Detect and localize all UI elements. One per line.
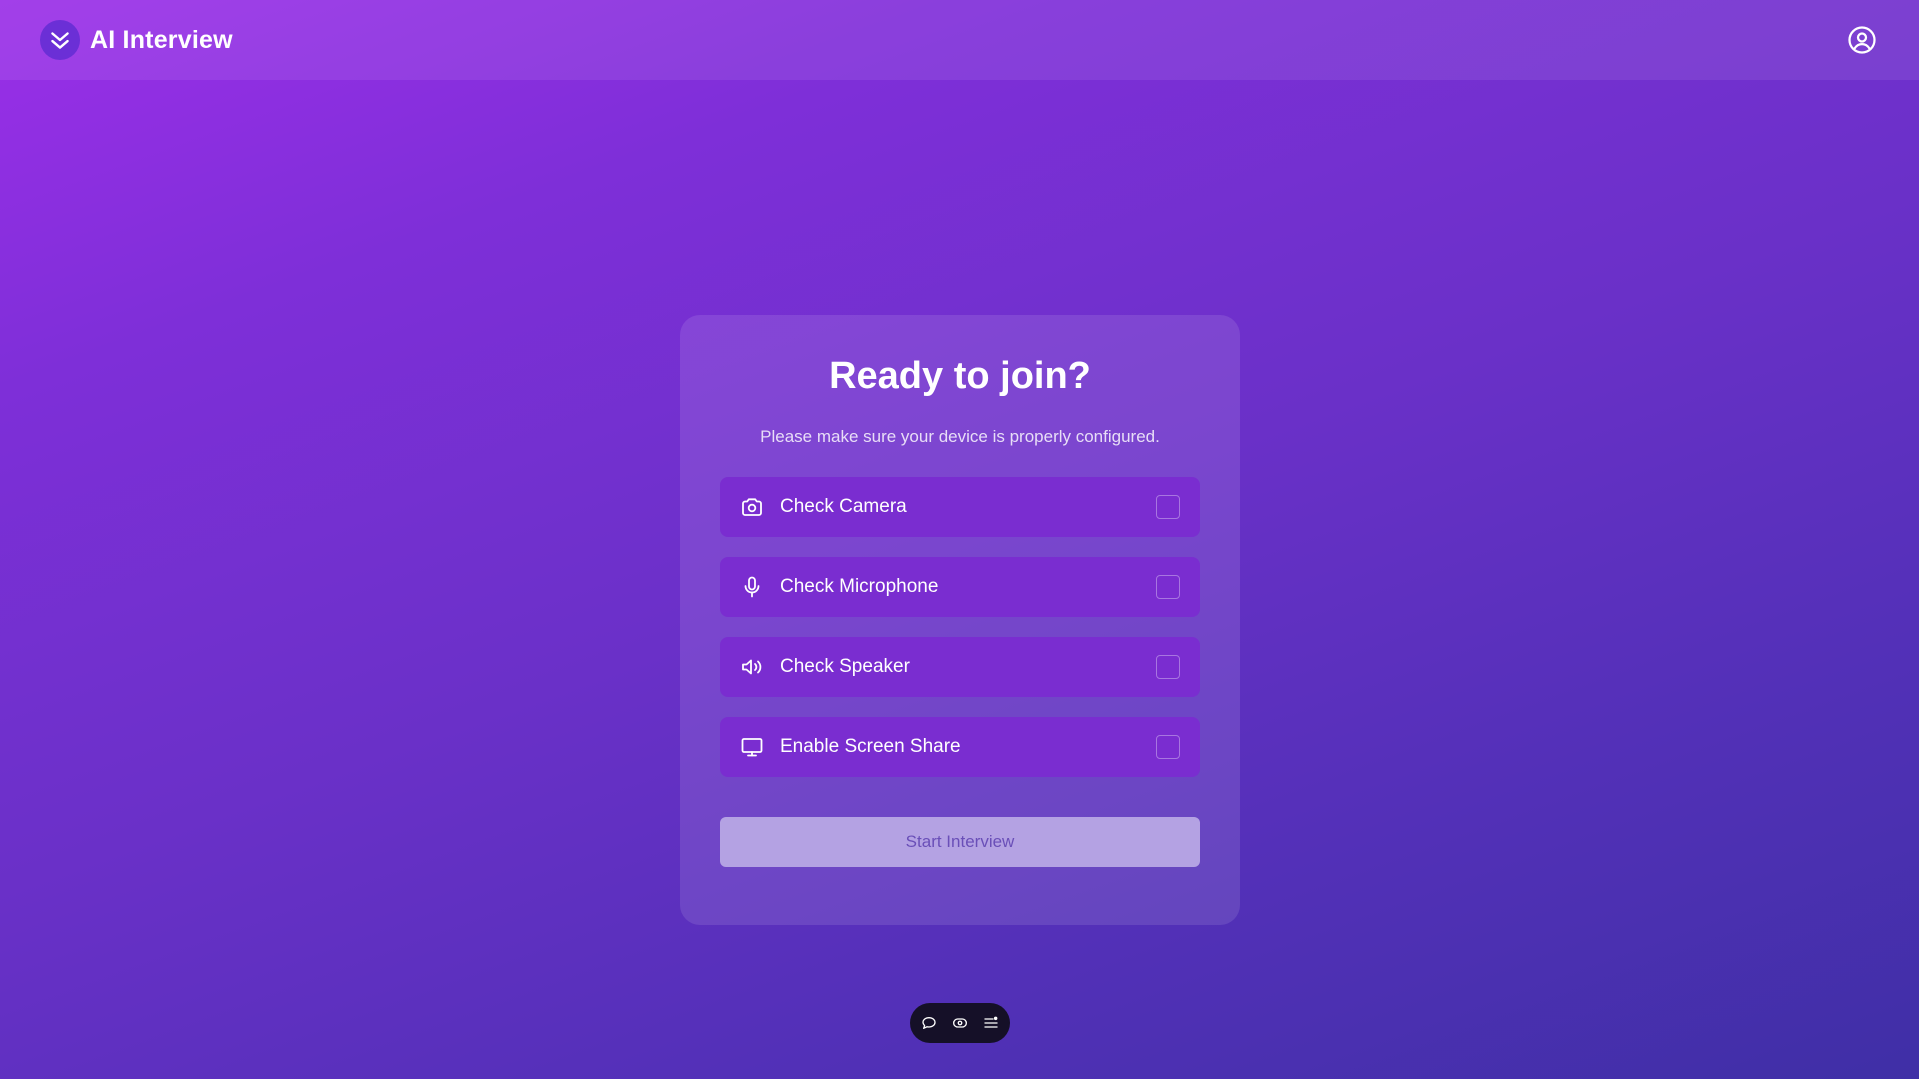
check-microphone-row[interactable]: Check Microphone <box>720 556 1200 617</box>
enable-screen-share-label: Enable Screen Share <box>780 735 961 757</box>
double-chevron-down-icon <box>40 20 80 60</box>
device-check-card: Ready to join? Please make sure your dev… <box>680 315 1240 925</box>
floating-toolbar <box>910 1003 1010 1043</box>
check-microphone-label: Check Microphone <box>780 575 939 597</box>
check-camera-checkbox[interactable] <box>1156 494 1180 519</box>
chat-button[interactable] <box>920 1014 939 1033</box>
enable-screen-share-row[interactable]: Enable Screen Share <box>720 716 1200 777</box>
list-settings-button[interactable] <box>982 1014 1001 1033</box>
profile-button[interactable] <box>1845 23 1879 57</box>
check-microphone-checkbox[interactable] <box>1156 574 1180 599</box>
record-toggle-icon <box>953 1018 967 1028</box>
microphone-icon <box>740 575 764 599</box>
check-speaker-checkbox[interactable] <box>1156 654 1180 679</box>
check-camera-row[interactable]: Check Camera <box>720 476 1200 537</box>
list-settings-icon <box>984 1016 998 1028</box>
check-camera-label: Check Camera <box>780 495 907 517</box>
chat-bubble-icon <box>922 1017 936 1029</box>
monitor-icon <box>740 735 764 759</box>
record-toggle-button[interactable] <box>951 1014 970 1033</box>
card-title: Ready to join? <box>829 355 1091 397</box>
check-speaker-label: Check Speaker <box>780 655 910 677</box>
user-circle-icon <box>1848 26 1876 54</box>
speaker-icon <box>740 655 764 679</box>
card-subtitle: Please make sure your device is properly… <box>760 426 1160 446</box>
top-navbar: AI Interview <box>0 0 1919 80</box>
app-title: AI Interview <box>90 25 233 54</box>
enable-screen-share-checkbox[interactable] <box>1156 734 1180 759</box>
start-interview-button[interactable]: Start Interview <box>720 816 1200 867</box>
camera-icon <box>740 495 764 519</box>
device-check-list: Check Camera Check Microphone Check Spea… <box>720 476 1200 777</box>
check-speaker-row[interactable]: Check Speaker <box>720 636 1200 697</box>
